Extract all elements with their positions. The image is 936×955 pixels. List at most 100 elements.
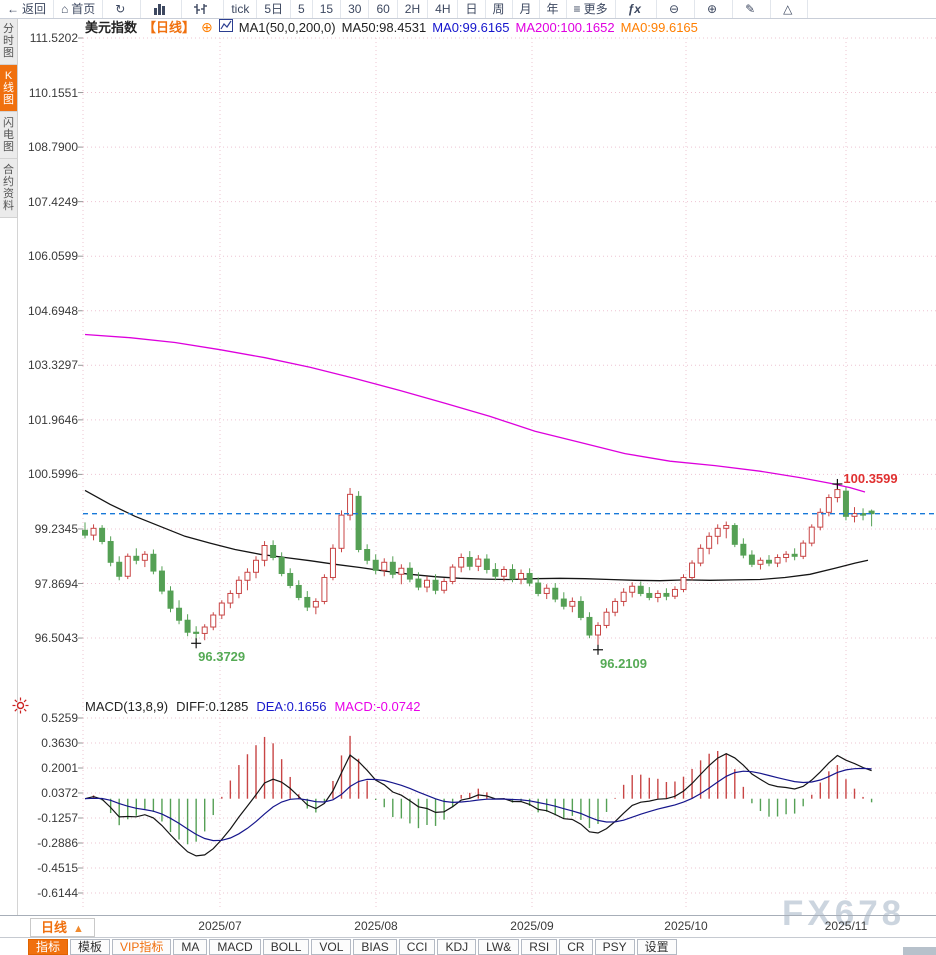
candle-body (527, 573, 532, 583)
candle-body (399, 568, 404, 574)
candle-body (792, 554, 797, 556)
x-axis-label: 2025/07 (188, 919, 252, 933)
toolbar-item-fx[interactable]: ƒx (616, 0, 657, 18)
candle-body (767, 560, 772, 563)
candle-body (373, 560, 378, 570)
toolbar-item-tick[interactable]: tick (224, 0, 257, 18)
toolbar-item-5m[interactable]: 5 (291, 0, 313, 18)
tab-psy[interactable]: PSY (595, 939, 635, 955)
sidebar-item-kline[interactable]: K线图 (0, 65, 18, 112)
refresh-icon: ↻ (115, 0, 125, 18)
candle-body (117, 562, 122, 576)
toolbar-item-month[interactable]: 月 (513, 0, 540, 18)
tab-lwr[interactable]: LW& (478, 939, 519, 955)
candle-body (613, 601, 618, 612)
toolbar-label-week: 周 (493, 0, 505, 18)
toolbar-item-zoom-in[interactable]: ⊕ (695, 0, 733, 18)
toolbar-item-zoom-out[interactable]: ⊖ (657, 0, 695, 18)
candle-body (151, 554, 156, 571)
y-axis-label: 104.6948 (14, 304, 78, 318)
toolbar-label-5d: 5日 (264, 0, 283, 18)
toolbar-item-chart-type[interactable] (141, 0, 182, 18)
candle-body (356, 496, 361, 549)
toolbar-item-more[interactable]: ≡更多 (567, 0, 616, 18)
candle-body (484, 559, 489, 569)
candle-body (843, 491, 848, 516)
tab-cr[interactable]: CR (559, 939, 592, 955)
zoom-out-icon: ⊖ (669, 0, 679, 18)
candle-body (159, 571, 164, 591)
toolbar-item-4h[interactable]: 4H (428, 0, 458, 18)
add-indicator-icon[interactable]: ⊕ (201, 19, 213, 36)
toolbar-item-ohlc[interactable] (182, 0, 224, 18)
candle-body (365, 550, 370, 561)
tab-vip-indicator[interactable]: VIP指标 (112, 939, 171, 955)
ma50-line (85, 490, 868, 580)
ma-value-1: MA0:99.6165 (432, 20, 509, 35)
tab-boll[interactable]: BOLL (263, 939, 310, 955)
candle-body (339, 515, 344, 548)
tab-macd[interactable]: MACD (209, 939, 260, 955)
toolbar-item-60m[interactable]: 60 (369, 0, 397, 18)
tab-cci[interactable]: CCI (399, 939, 436, 955)
candle-body (168, 591, 173, 608)
candle-body (322, 577, 327, 601)
candle-body (254, 560, 259, 572)
toolbar-item-draw[interactable]: ✎ (733, 0, 771, 18)
candle-body (185, 620, 190, 632)
tab-vol[interactable]: VOL (311, 939, 351, 955)
candle-body (288, 573, 293, 585)
candle-body (775, 557, 780, 563)
main-chart-canvas[interactable] (0, 0, 936, 955)
tab-kdj[interactable]: KDJ (437, 939, 476, 955)
toolbar-label-home: 首页 (71, 0, 95, 18)
tab-rsi[interactable]: RSI (521, 939, 557, 955)
candle-body (587, 617, 592, 635)
candle-body (296, 585, 301, 597)
candle-body (784, 554, 789, 557)
tab-settings[interactable]: 设置 (637, 939, 677, 955)
toolbar-item-refresh[interactable]: ↻ (103, 0, 141, 18)
tab-bias[interactable]: BIAS (353, 939, 396, 955)
y-axis-label: 103.3297 (14, 358, 78, 372)
tab-ma[interactable]: MA (173, 939, 207, 955)
chart-header: 美元指数 【日线】 ⊕ MA1(50,0,200,0) MA50:98.4531… (85, 19, 704, 36)
toolbar-item-30m[interactable]: 30 (341, 0, 369, 18)
tab-indicator[interactable]: 指标 (28, 939, 68, 955)
toolbar-item-15m[interactable]: 15 (313, 0, 341, 18)
candle-body (493, 569, 498, 576)
candle-body (715, 528, 720, 536)
toolbar-item-5d[interactable]: 5日 (257, 0, 291, 18)
tab-template[interactable]: 模板 (70, 939, 110, 955)
candle-body (177, 608, 182, 620)
y-axis-label: 110.1551 (14, 86, 78, 100)
period-selector-button[interactable]: 日线▲ (30, 918, 95, 937)
sidebar-item-lightning[interactable]: 闪电图 (0, 112, 18, 159)
toolbar-item-year[interactable]: 年 (540, 0, 567, 18)
toolbar-item-week[interactable]: 周 (486, 0, 513, 18)
macd-header: MACD(13,8,9)DIFF:0.1285DEA:0.1656MACD:-0… (85, 699, 428, 715)
macd-axis-label: 0.2001 (14, 761, 78, 775)
y-axis-label: 100.5996 (14, 467, 78, 481)
candle-body (262, 546, 267, 561)
separator-bottom (0, 937, 936, 938)
app-root: ←返回⌂首页↻tick5日51530602H4H日周月年≡更多ƒx⊖⊕✎△ 分时… (0, 0, 936, 955)
toolbar-item-shapes[interactable]: △ (771, 0, 808, 18)
toolbar-item-2h[interactable]: 2H (398, 0, 428, 18)
toolbar-item-home[interactable]: ⌂首页 (54, 0, 103, 18)
toolbar-label-4h: 4H (435, 0, 450, 18)
candle-body (245, 572, 250, 580)
x-axis-label: 2025/08 (344, 919, 408, 933)
indicator-settings-icon[interactable] (12, 697, 29, 714)
candle-body (655, 593, 660, 597)
candle-body (467, 557, 472, 566)
candle-body (313, 601, 318, 607)
candle-body (749, 555, 754, 564)
sidebar-item-contract-info[interactable]: 合约资料 (0, 159, 18, 218)
macd-header-seg-3: MACD:-0.0742 (334, 699, 420, 714)
toolbar-item-day[interactable]: 日 (458, 0, 485, 18)
sidebar-item-timeshare[interactable]: 分时图 (0, 18, 18, 65)
candle-body (519, 573, 524, 579)
candle-body (425, 580, 430, 587)
toolbar-item-back[interactable]: ←返回 (0, 0, 54, 18)
